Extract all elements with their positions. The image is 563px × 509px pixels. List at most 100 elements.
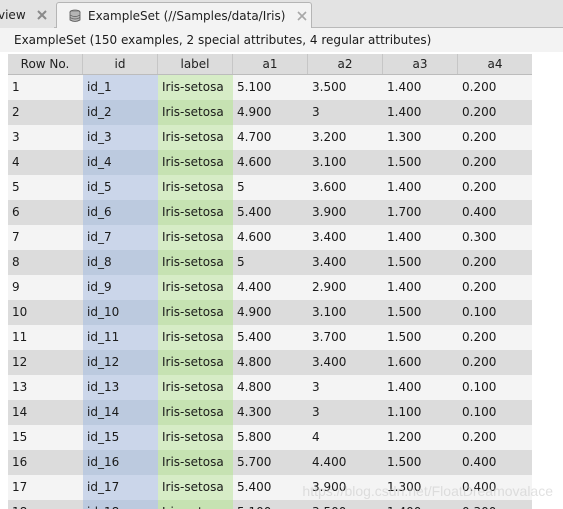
- row-no-cell[interactable]: 1: [8, 75, 83, 100]
- a3-cell[interactable]: 1.400: [383, 500, 458, 509]
- a4-cell[interactable]: 0.200: [458, 350, 532, 375]
- column-header-a1[interactable]: a1: [233, 54, 308, 74]
- a2-cell[interactable]: 3: [308, 100, 383, 125]
- id-cell[interactable]: id_1: [83, 75, 158, 100]
- id-cell[interactable]: id_11: [83, 325, 158, 350]
- a1-cell[interactable]: 4.300: [233, 400, 308, 425]
- a4-cell[interactable]: 0.200: [458, 125, 532, 150]
- id-cell[interactable]: id_14: [83, 400, 158, 425]
- a4-cell[interactable]: 0.200: [458, 75, 532, 100]
- a1-cell[interactable]: 5.400: [233, 475, 308, 500]
- table-row[interactable]: 15 id_15 Iris-setosa 5.800 4 1.200 0.200: [8, 425, 532, 450]
- label-cell[interactable]: Iris-setosa: [158, 200, 233, 225]
- tab-exampleset[interactable]: ExampleSet (//Samples/data/Iris): [56, 2, 312, 28]
- column-header-label[interactable]: label: [158, 54, 233, 74]
- label-cell[interactable]: Iris-setosa: [158, 375, 233, 400]
- label-cell[interactable]: Iris-setosa: [158, 350, 233, 375]
- a4-cell[interactable]: 0.200: [458, 100, 532, 125]
- label-cell[interactable]: Iris-setosa: [158, 250, 233, 275]
- a4-cell[interactable]: 0.100: [458, 400, 532, 425]
- a4-cell[interactable]: 0.200: [458, 250, 532, 275]
- column-header-a4[interactable]: a4: [458, 54, 532, 74]
- table-row[interactable]: 5 id_5 Iris-setosa 5 3.600 1.400 0.200: [8, 175, 532, 200]
- a4-cell[interactable]: 0.200: [458, 425, 532, 450]
- table-row[interactable]: 6 id_6 Iris-setosa 5.400 3.900 1.700 0.400: [8, 200, 532, 225]
- table-row[interactable]: 12 id_12 Iris-setosa 4.800 3.400 1.600 0.200: [8, 350, 532, 375]
- row-no-cell[interactable]: 9: [8, 275, 83, 300]
- a1-cell[interactable]: 5.100: [233, 500, 308, 509]
- label-cell[interactable]: Iris-setosa: [158, 450, 233, 475]
- a1-cell[interactable]: 5: [233, 250, 308, 275]
- row-no-cell[interactable]: 11: [8, 325, 83, 350]
- a3-cell[interactable]: 1.200: [383, 425, 458, 450]
- a1-cell[interactable]: 5.800: [233, 425, 308, 450]
- a4-cell[interactable]: 0.300: [458, 225, 532, 250]
- label-cell[interactable]: Iris-setosa: [158, 150, 233, 175]
- table-row[interactable]: 8 id_8 Iris-setosa 5 3.400 1.500 0.200: [8, 250, 532, 275]
- a3-cell[interactable]: 1.400: [383, 375, 458, 400]
- row-no-cell[interactable]: 16: [8, 450, 83, 475]
- id-cell[interactable]: id_16: [83, 450, 158, 475]
- id-cell[interactable]: id_2: [83, 100, 158, 125]
- a1-cell[interactable]: 5.400: [233, 325, 308, 350]
- a4-cell[interactable]: 0.400: [458, 450, 532, 475]
- id-cell[interactable]: id_4: [83, 150, 158, 175]
- table-row[interactable]: 16 id_16 Iris-setosa 5.700 4.400 1.500 0.400: [8, 450, 532, 475]
- a2-cell[interactable]: 3.500: [308, 75, 383, 100]
- a3-cell[interactable]: 1.300: [383, 475, 458, 500]
- a4-cell[interactable]: 0.100: [458, 300, 532, 325]
- a3-cell[interactable]: 1.400: [383, 175, 458, 200]
- a2-cell[interactable]: 4.400: [308, 450, 383, 475]
- row-no-cell[interactable]: 12: [8, 350, 83, 375]
- a1-cell[interactable]: 5: [233, 175, 308, 200]
- table-row[interactable]: 9 id_9 Iris-setosa 4.400 2.900 1.400 0.200: [8, 275, 532, 300]
- row-no-cell[interactable]: 4: [8, 150, 83, 175]
- row-no-cell[interactable]: 18: [8, 500, 83, 509]
- label-cell[interactable]: Iris-setosa: [158, 225, 233, 250]
- label-cell[interactable]: Iris-setosa: [158, 125, 233, 150]
- table-row[interactable]: 2 id_2 Iris-setosa 4.900 3 1.400 0.200: [8, 100, 532, 125]
- id-cell[interactable]: id_13: [83, 375, 158, 400]
- a3-cell[interactable]: 1.400: [383, 225, 458, 250]
- column-header-row-no[interactable]: Row No.: [8, 54, 83, 74]
- a4-cell[interactable]: 0.400: [458, 200, 532, 225]
- a2-cell[interactable]: 3.500: [308, 500, 383, 509]
- a4-cell[interactable]: 0.200: [458, 275, 532, 300]
- a1-cell[interactable]: 4.800: [233, 350, 308, 375]
- a2-cell[interactable]: 3.900: [308, 475, 383, 500]
- a3-cell[interactable]: 1.500: [383, 450, 458, 475]
- id-cell[interactable]: id_3: [83, 125, 158, 150]
- a3-cell[interactable]: 1.700: [383, 200, 458, 225]
- a1-cell[interactable]: 4.600: [233, 150, 308, 175]
- a2-cell[interactable]: 3.400: [308, 350, 383, 375]
- id-cell[interactable]: id_7: [83, 225, 158, 250]
- a3-cell[interactable]: 1.600: [383, 350, 458, 375]
- a2-cell[interactable]: 3.100: [308, 300, 383, 325]
- label-cell[interactable]: Iris-setosa: [158, 325, 233, 350]
- row-no-cell[interactable]: 15: [8, 425, 83, 450]
- label-cell[interactable]: Iris-setosa: [158, 400, 233, 425]
- table-row[interactable]: 7 id_7 Iris-setosa 4.600 3.400 1.400 0.300: [8, 225, 532, 250]
- table-row[interactable]: 3 id_3 Iris-setosa 4.700 3.200 1.300 0.200: [8, 125, 532, 150]
- table-row[interactable]: 14 id_14 Iris-setosa 4.300 3 1.100 0.100: [8, 400, 532, 425]
- a1-cell[interactable]: 4.900: [233, 100, 308, 125]
- label-cell[interactable]: Iris-setosa: [158, 175, 233, 200]
- a2-cell[interactable]: 3: [308, 400, 383, 425]
- a4-cell[interactable]: 0.200: [458, 325, 532, 350]
- id-cell[interactable]: id_15: [83, 425, 158, 450]
- id-cell[interactable]: id_5: [83, 175, 158, 200]
- a1-cell[interactable]: 4.600: [233, 225, 308, 250]
- id-cell[interactable]: id_9: [83, 275, 158, 300]
- column-header-id[interactable]: id: [83, 54, 158, 74]
- a2-cell[interactable]: 3.400: [308, 250, 383, 275]
- a1-cell[interactable]: 4.400: [233, 275, 308, 300]
- table-row[interactable]: 1 id_1 Iris-setosa 5.100 3.500 1.400 0.200: [8, 75, 532, 100]
- a1-cell[interactable]: 4.900: [233, 300, 308, 325]
- row-no-cell[interactable]: 13: [8, 375, 83, 400]
- row-no-cell[interactable]: 2: [8, 100, 83, 125]
- label-cell[interactable]: Iris-setosa: [158, 300, 233, 325]
- row-no-cell[interactable]: 14: [8, 400, 83, 425]
- row-no-cell[interactable]: 5: [8, 175, 83, 200]
- a2-cell[interactable]: 3.600: [308, 175, 383, 200]
- a2-cell[interactable]: 3.900: [308, 200, 383, 225]
